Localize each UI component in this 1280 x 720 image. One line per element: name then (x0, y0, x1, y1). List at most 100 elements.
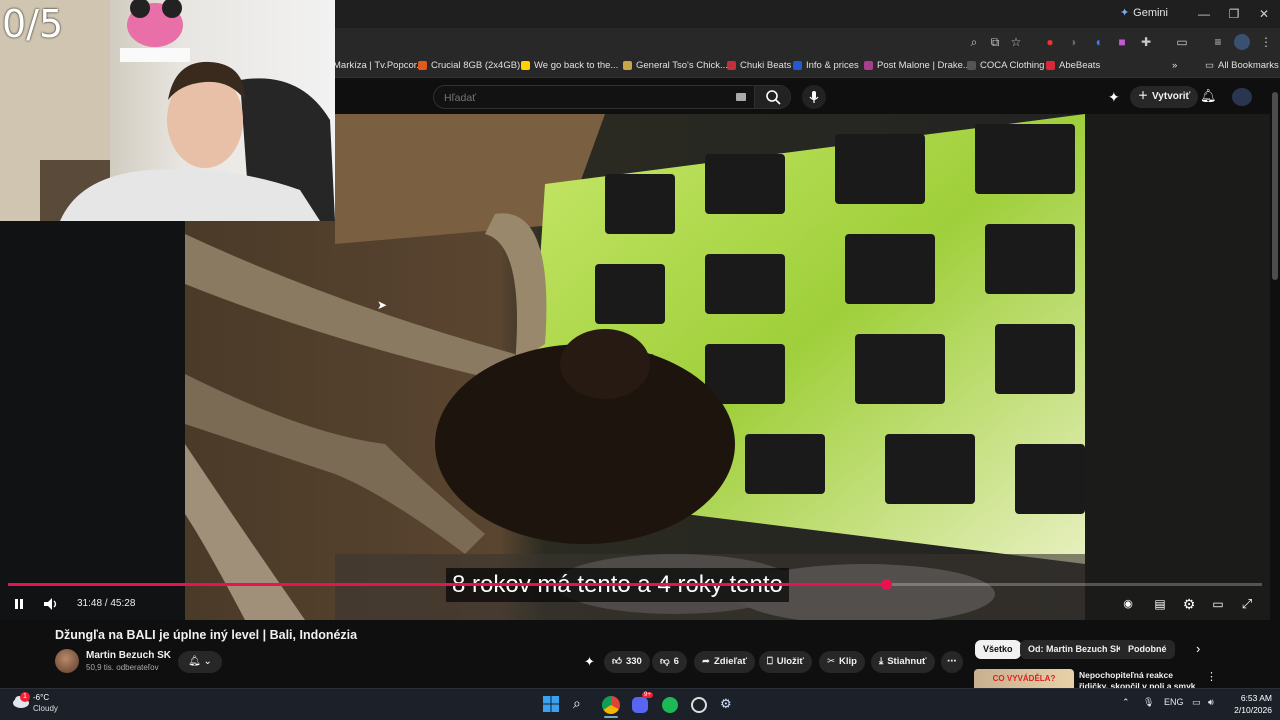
bookmark-icon: ⎕ (767, 656, 773, 667)
fullscreen-icon[interactable]: ⤢ (1238, 595, 1256, 613)
pause-button[interactable] (10, 595, 28, 613)
bookmark-item[interactable]: Post Malone | Drake... (864, 60, 971, 71)
theater-mode-icon[interactable]: ▭ (1209, 595, 1227, 613)
create-button[interactable]: ＋ Vytvoriť (1130, 86, 1199, 108)
progress-bar[interactable] (8, 579, 1262, 590)
tray-overflow-icon[interactable]: ⌃ (1122, 697, 1130, 708)
install-app-icon[interactable]: ⧉ (987, 34, 1003, 50)
extensions-puzzle-icon[interactable]: ✚ (1138, 34, 1154, 50)
bookmark-item[interactable]: We go back to the... (521, 60, 618, 71)
tray-network-icon[interactable]: ▭ (1192, 697, 1201, 708)
tray-microphone-icon[interactable]: 🎙︎ (1143, 697, 1154, 708)
extension-purple-icon[interactable]: ■ (1114, 34, 1130, 50)
share-arrow-icon: ➦ (702, 656, 710, 667)
recommended-more-icon[interactable]: ⋮ (1206, 670, 1217, 683)
dislike-button[interactable]: 👎︎ 6 (652, 651, 687, 673)
page-scrollbar-thumb[interactable] (1272, 92, 1278, 280)
bookmark-item[interactable]: General Tso's Chick... (623, 60, 728, 71)
chip-all[interactable]: Všetko (975, 640, 1021, 659)
autoplay-toggle-icon[interactable]: ◉ (1120, 595, 1136, 613)
settings-gear-icon[interactable]: ⚙ (1180, 595, 1198, 613)
download-button[interactable]: ⤓ Stiahnuť (871, 651, 935, 673)
extension-red-icon[interactable]: ● (1042, 34, 1058, 50)
browser-menu-icon[interactable]: ⋮ (1258, 34, 1274, 50)
bookmark-item[interactable]: Crucial 8GB (2x4GB)... (418, 60, 528, 71)
tray-volume-icon[interactable]: 🔊︎ (1208, 697, 1214, 708)
all-bookmarks[interactable]: ▭ All Bookmarks (1205, 60, 1279, 71)
bell-icon: 🔔︎ (188, 656, 201, 667)
bookmark-favicon-icon (967, 61, 976, 70)
keyboard-icon[interactable] (736, 93, 746, 101)
bookmark-item[interactable]: Info & prices (793, 60, 859, 71)
video-letterbox-right (1085, 114, 1270, 620)
input-language[interactable]: ENG (1164, 697, 1184, 707)
windows-logo-icon (543, 696, 559, 712)
thumbs-down-icon: 👎︎ (660, 656, 670, 667)
bookmark-label: AbeBeats (1059, 60, 1101, 71)
chip-related[interactable]: Podobné (1120, 640, 1175, 659)
search-box (433, 85, 791, 109)
recommended-video-thumbnail[interactable]: CO VYVÁDĚLA? (974, 669, 1074, 688)
media-controls-icon[interactable]: ≡ (1210, 34, 1226, 50)
chip-from-channel[interactable]: Od: Martin Bezuch SK (1020, 640, 1131, 659)
subscriber-count: 50,9 tis. odberateľov (86, 663, 159, 672)
chips-next-arrow-icon[interactable]: › (1196, 641, 1200, 656)
gemini-label: Gemini (1133, 6, 1168, 19)
zoom-icon[interactable]: ⌕ (966, 34, 982, 50)
bookmark-favicon-icon (623, 61, 632, 70)
steam-taskbar-icon[interactable]: ⚙ (720, 696, 732, 712)
share-button[interactable]: ➦ Zdieľať (694, 651, 755, 673)
chevron-down-icon: ⌄ (203, 656, 212, 667)
bookmark-label: Crucial 8GB (2x4GB)... (431, 60, 529, 71)
discord-taskbar-icon[interactable] (632, 697, 648, 713)
dislike-count: 6 (673, 656, 679, 667)
profile-avatar-icon[interactable] (1234, 34, 1250, 50)
maximize-button[interactable]: ❐ (1220, 4, 1248, 24)
bookmarks-overflow-icon[interactable]: » (1172, 60, 1177, 71)
bookmark-favicon-icon (521, 61, 530, 70)
side-panel-icon[interactable]: ▭ (1174, 34, 1190, 50)
time-total: 45:28 (110, 598, 136, 609)
minimize-button[interactable]: — (1190, 4, 1218, 24)
extension-audio-icon[interactable]: ◖ (1090, 34, 1106, 50)
more-actions-button[interactable]: ⋯ (941, 651, 963, 673)
channel-avatar[interactable] (55, 649, 79, 673)
bookmark-item[interactable]: Markíza | Tv.Popcor... (333, 60, 424, 71)
taskbar-clock[interactable]: 6:53 AM 2/10/2026 (1224, 692, 1272, 716)
taskbar-search-icon[interactable]: ⌕ (573, 695, 581, 712)
bookmark-item[interactable]: Chuki Beats (727, 60, 791, 71)
close-window-button[interactable]: ✕ (1250, 4, 1278, 24)
gemini-icon: ✦ (1119, 7, 1130, 19)
subtitles-icon[interactable]: ▤ (1151, 595, 1169, 613)
thumbnail-text: CO VYVÁDĚLA? (992, 674, 1056, 683)
channel-name[interactable]: Martin Bezuch SK (86, 650, 171, 661)
voice-search-button[interactable] (802, 85, 826, 109)
search-icon (766, 90, 781, 105)
bookmark-star-icon[interactable]: ☆ (1008, 34, 1024, 50)
account-avatar[interactable] (1232, 88, 1252, 106)
spotify-taskbar-icon[interactable] (662, 697, 678, 713)
obs-taskbar-icon[interactable] (691, 697, 707, 713)
search-button[interactable] (754, 86, 790, 108)
chrome-taskbar-icon[interactable] (602, 696, 620, 714)
extension-gray-icon[interactable]: ◗ (1066, 34, 1082, 50)
clip-button[interactable]: ✂ Klip (819, 651, 865, 673)
search-input[interactable] (444, 89, 724, 106)
gaming-controller-icon[interactable]: ✦ (1108, 89, 1120, 106)
like-button[interactable]: 👍︎ 330 (604, 651, 650, 673)
start-button[interactable] (543, 696, 559, 712)
gemini-button[interactable]: ✦ Gemini (1119, 6, 1168, 20)
notifications-bell-icon[interactable]: 🔔︎ (1200, 88, 1217, 104)
save-button[interactable]: ⎕ Uložiť (759, 651, 812, 673)
progress-played (8, 583, 886, 586)
recommended-video-title[interactable]: Nepochopiteľná reakce řidičky, skončil v… (1079, 670, 1199, 688)
progress-scrubber-handle[interactable] (880, 579, 892, 590)
volume-button[interactable] (41, 595, 61, 613)
bookmark-favicon-icon (793, 61, 802, 70)
more-dots-icon: ⋯ (947, 656, 957, 667)
bookmark-item[interactable]: AbeBeats (1046, 60, 1100, 71)
sparkle-ask-icon[interactable]: ✦ (584, 654, 595, 670)
subscription-bell-button[interactable]: 🔔︎ ⌄ (178, 651, 222, 673)
bookmark-item[interactable]: COCA Clothing (967, 60, 1044, 71)
mouse-cursor-icon: ➤ (377, 298, 388, 312)
